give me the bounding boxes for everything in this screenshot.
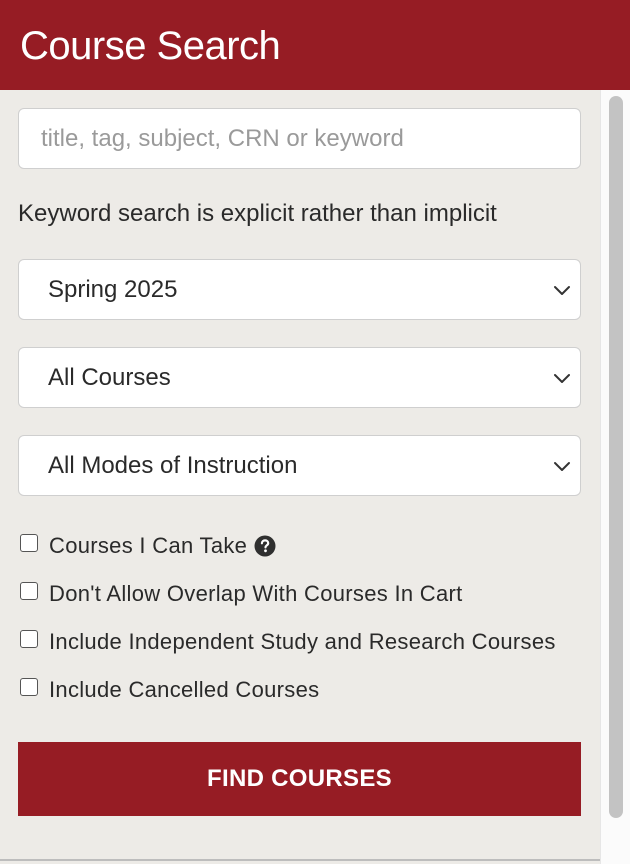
no-overlap-label: Don't Allow Overlap With Courses In Cart: [49, 581, 463, 606]
scrollbar-track[interactable]: [600, 90, 630, 864]
term-select-value: Spring 2025: [48, 276, 178, 303]
app-header: Course Search: [0, 0, 630, 90]
course-search-page: Course Search Keyword search is explicit…: [0, 0, 630, 864]
courses-i-can-take-label: Courses I Can Take: [49, 533, 248, 558]
course-type-select[interactable]: All Courses: [18, 347, 581, 408]
instruction-mode-select[interactable]: All Modes of Instruction: [18, 435, 581, 496]
keyword-search-note: Keyword search is explicit rather than i…: [18, 200, 497, 227]
no-overlap-checkbox[interactable]: [20, 582, 38, 600]
chevron-down-icon: [554, 462, 570, 471]
search-input[interactable]: [18, 108, 581, 169]
page-title: Course Search: [20, 24, 281, 68]
option-cancelled-courses: Include Cancelled Courses: [18, 674, 319, 706]
chevron-down-icon: [554, 374, 570, 383]
instruction-mode-select-value: All Modes of Instruction: [48, 452, 298, 479]
independent-study-label: Include Independent Study and Research C…: [49, 629, 556, 654]
cancelled-courses-label: Include Cancelled Courses: [49, 677, 320, 702]
chevron-down-icon: [554, 286, 570, 295]
scrollbar-thumb[interactable]: [609, 96, 623, 818]
cancelled-courses-checkbox[interactable]: [20, 678, 38, 696]
option-no-overlap: Don't Allow Overlap With Courses In Cart: [18, 578, 463, 610]
option-independent-study: Include Independent Study and Research C…: [18, 626, 556, 658]
find-courses-button[interactable]: FIND COURSES: [18, 742, 581, 816]
course-type-select-value: All Courses: [48, 364, 171, 391]
option-courses-i-can-take: Courses I Can Take: [18, 530, 276, 562]
independent-study-checkbox[interactable]: [20, 630, 38, 648]
question-circle-icon[interactable]: [254, 535, 276, 557]
divider: [0, 859, 600, 861]
courses-i-can-take-checkbox[interactable]: [20, 534, 38, 552]
term-select[interactable]: Spring 2025: [18, 259, 581, 320]
